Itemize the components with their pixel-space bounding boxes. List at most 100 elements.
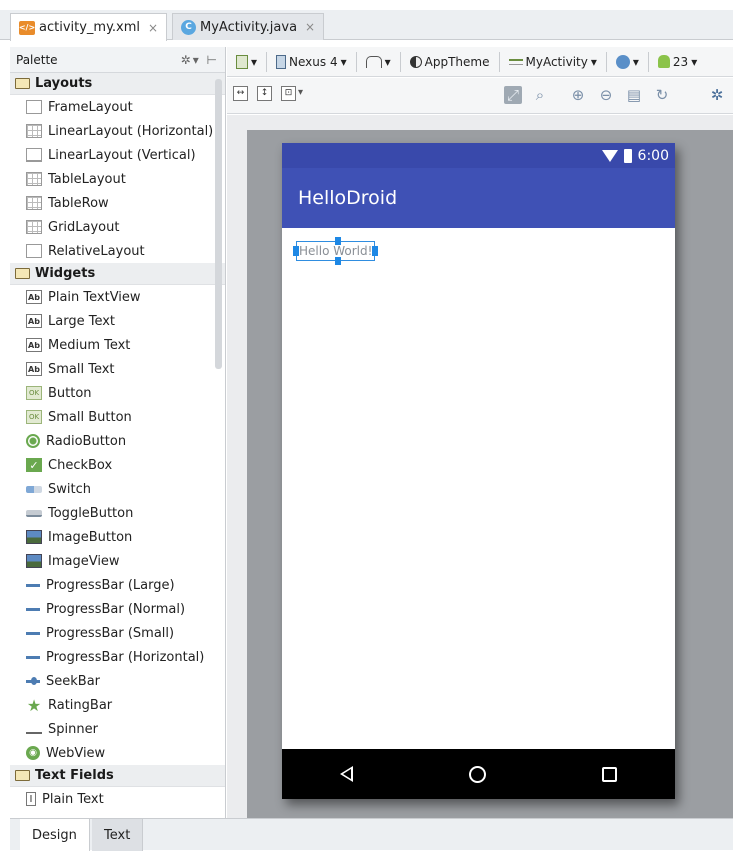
api-level-label: 23 bbox=[672, 54, 689, 69]
palette-item-label: RadioButton bbox=[46, 433, 127, 449]
palette-group-text-fields[interactable]: Text Fields bbox=[10, 765, 225, 787]
palette-item-label: FrameLayout bbox=[48, 99, 133, 115]
device-screen-icon bbox=[236, 54, 248, 69]
toolbar-divider bbox=[498, 51, 500, 72]
palette-item[interactable]: Switch bbox=[10, 477, 225, 501]
android-icon bbox=[657, 55, 670, 68]
palette-item[interactable]: Ab Medium Text bbox=[10, 333, 225, 357]
resize-handle-right[interactable] bbox=[372, 246, 379, 256]
palette-item[interactable]: OK Button bbox=[10, 381, 225, 405]
device-orientation-button[interactable]: ▾ bbox=[233, 54, 260, 69]
palette-item-label: Medium Text bbox=[48, 337, 131, 353]
margins-icon[interactable]: ⊡ bbox=[281, 86, 296, 101]
palette-item[interactable]: FrameLayout bbox=[10, 95, 225, 119]
palette-item[interactable]: ProgressBar (Horizontal) bbox=[10, 645, 225, 669]
large-text-icon: Ab bbox=[26, 314, 42, 328]
settings-gear-icon[interactable]: ✲ bbox=[708, 86, 726, 104]
toolbar-divider bbox=[399, 51, 401, 72]
device-icon bbox=[276, 54, 287, 69]
margins-dropdown-icon[interactable]: ▾ bbox=[298, 87, 303, 98]
palette-item[interactable]: SeekBar bbox=[10, 669, 225, 693]
palette-item[interactable]: Ab Small Text bbox=[10, 357, 225, 381]
palette-item-label: Plain Text bbox=[42, 791, 104, 807]
frame-layout-icon bbox=[26, 100, 42, 114]
palette-item-label: TableRow bbox=[48, 195, 109, 211]
recent-apps-icon[interactable] bbox=[602, 766, 617, 782]
small-text-icon: Ab bbox=[26, 362, 42, 376]
small-button-icon: OK bbox=[26, 410, 42, 424]
palette-item[interactable]: Spinner bbox=[10, 717, 225, 741]
palette-item[interactable]: Ab Large Text bbox=[10, 309, 225, 333]
palette-scrollbar[interactable] bbox=[215, 79, 222, 369]
palette-item[interactable]: ProgressBar (Normal) bbox=[10, 597, 225, 621]
fill-width-icon[interactable]: ↔ bbox=[233, 86, 248, 101]
tab-text[interactable]: Text bbox=[92, 819, 144, 851]
zoom-in-icon[interactable]: ⊕ bbox=[569, 86, 587, 104]
wifi-icon bbox=[601, 149, 618, 162]
palette-item[interactable]: RadioButton bbox=[10, 429, 225, 453]
activity-selector[interactable]: MyActivity ▾ bbox=[506, 55, 600, 69]
palette-item[interactable]: ✓ CheckBox bbox=[10, 453, 225, 477]
zoom-out-icon[interactable]: ⊖ bbox=[597, 86, 615, 104]
palette-item[interactable]: RelativeLayout bbox=[10, 239, 225, 263]
palette-item[interactable]: LinearLayout (Horizontal) bbox=[10, 119, 225, 143]
activity-label: MyActivity bbox=[525, 54, 588, 69]
palette-settings-icon[interactable]: ✲▾ ⊢ bbox=[181, 53, 219, 67]
close-tab-icon[interactable]: × bbox=[148, 21, 158, 35]
tab-label: MyActivity.java bbox=[200, 19, 298, 35]
tab-label: activity_my.xml bbox=[39, 20, 141, 35]
hello-world-textview[interactable]: Hello World! bbox=[293, 237, 379, 265]
home-icon[interactable] bbox=[469, 765, 486, 783]
palette-item-label: Button bbox=[48, 385, 92, 401]
actual-size-icon[interactable]: ⌕ bbox=[531, 86, 549, 104]
screenshot-icon[interactable]: ▤ bbox=[625, 86, 643, 104]
palette-item-label: SeekBar bbox=[46, 673, 101, 689]
palette-item-label: Switch bbox=[48, 481, 91, 497]
palette-item[interactable]: ★ RatingBar bbox=[10, 693, 225, 717]
back-icon[interactable] bbox=[340, 766, 353, 782]
resize-handle-top[interactable] bbox=[335, 237, 341, 245]
palette-item[interactable]: ImageButton bbox=[10, 525, 225, 549]
palette-item-label: Large Text bbox=[48, 313, 115, 329]
palette-group-layouts[interactable]: Layouts bbox=[10, 73, 225, 95]
resize-handle-bottom[interactable] bbox=[335, 257, 341, 265]
device-preview[interactable]: 6:00 HelloDroid Hello World! bbox=[282, 143, 675, 799]
palette-group-widgets[interactable]: Widgets bbox=[10, 263, 225, 285]
refresh-icon[interactable]: ↻ bbox=[653, 86, 671, 104]
theme-label: AppTheme bbox=[424, 54, 490, 69]
tab-activity-xml[interactable]: </> activity_my.xml × bbox=[10, 13, 168, 41]
palette-item[interactable]: ToggleButton bbox=[10, 501, 225, 525]
palette-item[interactable]: ProgressBar (Large) bbox=[10, 573, 225, 597]
palette-item[interactable]: ProgressBar (Small) bbox=[10, 621, 225, 645]
spinner-icon bbox=[26, 724, 42, 734]
resize-handle-left[interactable] bbox=[293, 246, 299, 256]
theme-selector[interactable]: AppTheme bbox=[407, 55, 493, 69]
fill-height-icon[interactable]: ↕ bbox=[257, 86, 272, 101]
palette-item[interactable]: OK Small Button bbox=[10, 405, 225, 429]
palette-item[interactable]: I Plain Text bbox=[10, 787, 225, 811]
toolbar-divider bbox=[355, 51, 357, 72]
palette-item-label: RatingBar bbox=[48, 697, 113, 713]
editor-mode-tabs: Design Text bbox=[10, 818, 733, 851]
palette-item-label: ImageView bbox=[48, 553, 120, 569]
tab-myactivity-java[interactable]: C MyActivity.java × bbox=[172, 13, 325, 40]
api-level-selector[interactable]: 23 ▾ bbox=[655, 55, 700, 69]
locale-selector[interactable]: ▾ bbox=[613, 54, 642, 69]
zoom-to-fit-icon[interactable]: ⤢ bbox=[504, 86, 522, 104]
palette-item[interactable]: TableRow bbox=[10, 191, 225, 215]
palette-item[interactable]: ◉ WebView bbox=[10, 741, 225, 765]
palette-item[interactable]: LinearLayout (Vertical) bbox=[10, 143, 225, 167]
palette-item[interactable]: GridLayout bbox=[10, 215, 225, 239]
palette-header: Palette ✲▾ ⊢ bbox=[10, 47, 225, 73]
tab-design[interactable]: Design bbox=[20, 819, 90, 851]
palette-item-label: GridLayout bbox=[48, 219, 120, 235]
palette-item-label: CheckBox bbox=[48, 457, 113, 473]
progressbar-icon bbox=[26, 607, 40, 611]
close-tab-icon[interactable]: × bbox=[305, 20, 315, 34]
palette-item[interactable]: TableLayout bbox=[10, 167, 225, 191]
rotate-screen-button[interactable]: ▾ bbox=[363, 55, 394, 69]
palette-item[interactable]: Ab Plain TextView bbox=[10, 285, 225, 309]
device-selector[interactable]: Nexus 4 ▾ bbox=[273, 54, 350, 69]
palette-item[interactable]: ImageView bbox=[10, 549, 225, 573]
grid-layout-icon bbox=[26, 220, 42, 234]
